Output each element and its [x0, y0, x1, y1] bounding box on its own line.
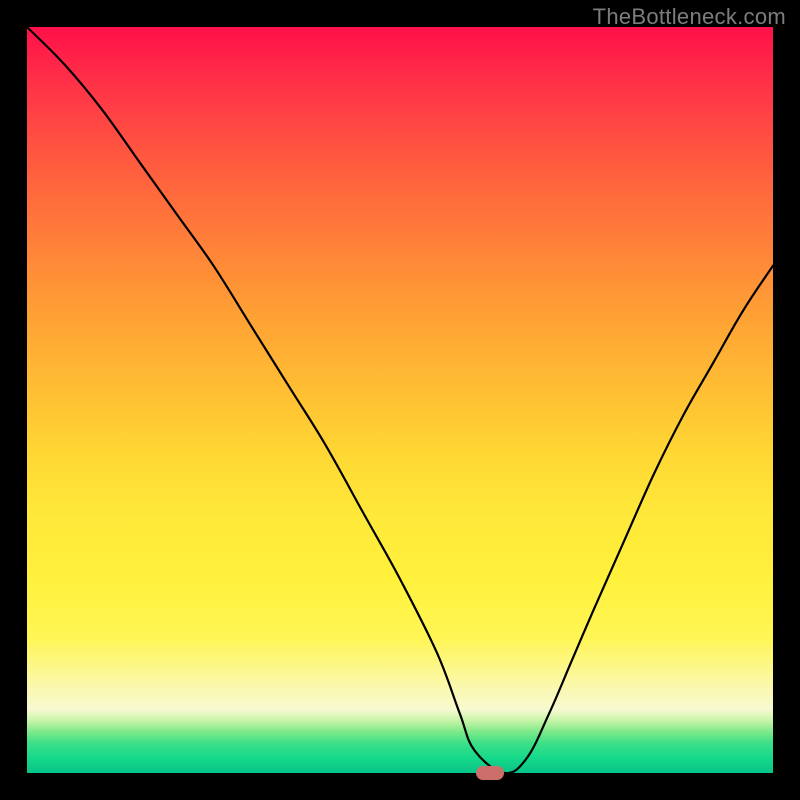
chart-frame: TheBottleneck.com: [0, 0, 800, 800]
bottleneck-curve: [27, 27, 773, 773]
optimum-marker: [476, 766, 504, 780]
plot-area: [27, 27, 773, 773]
watermark-text: TheBottleneck.com: [593, 4, 786, 30]
